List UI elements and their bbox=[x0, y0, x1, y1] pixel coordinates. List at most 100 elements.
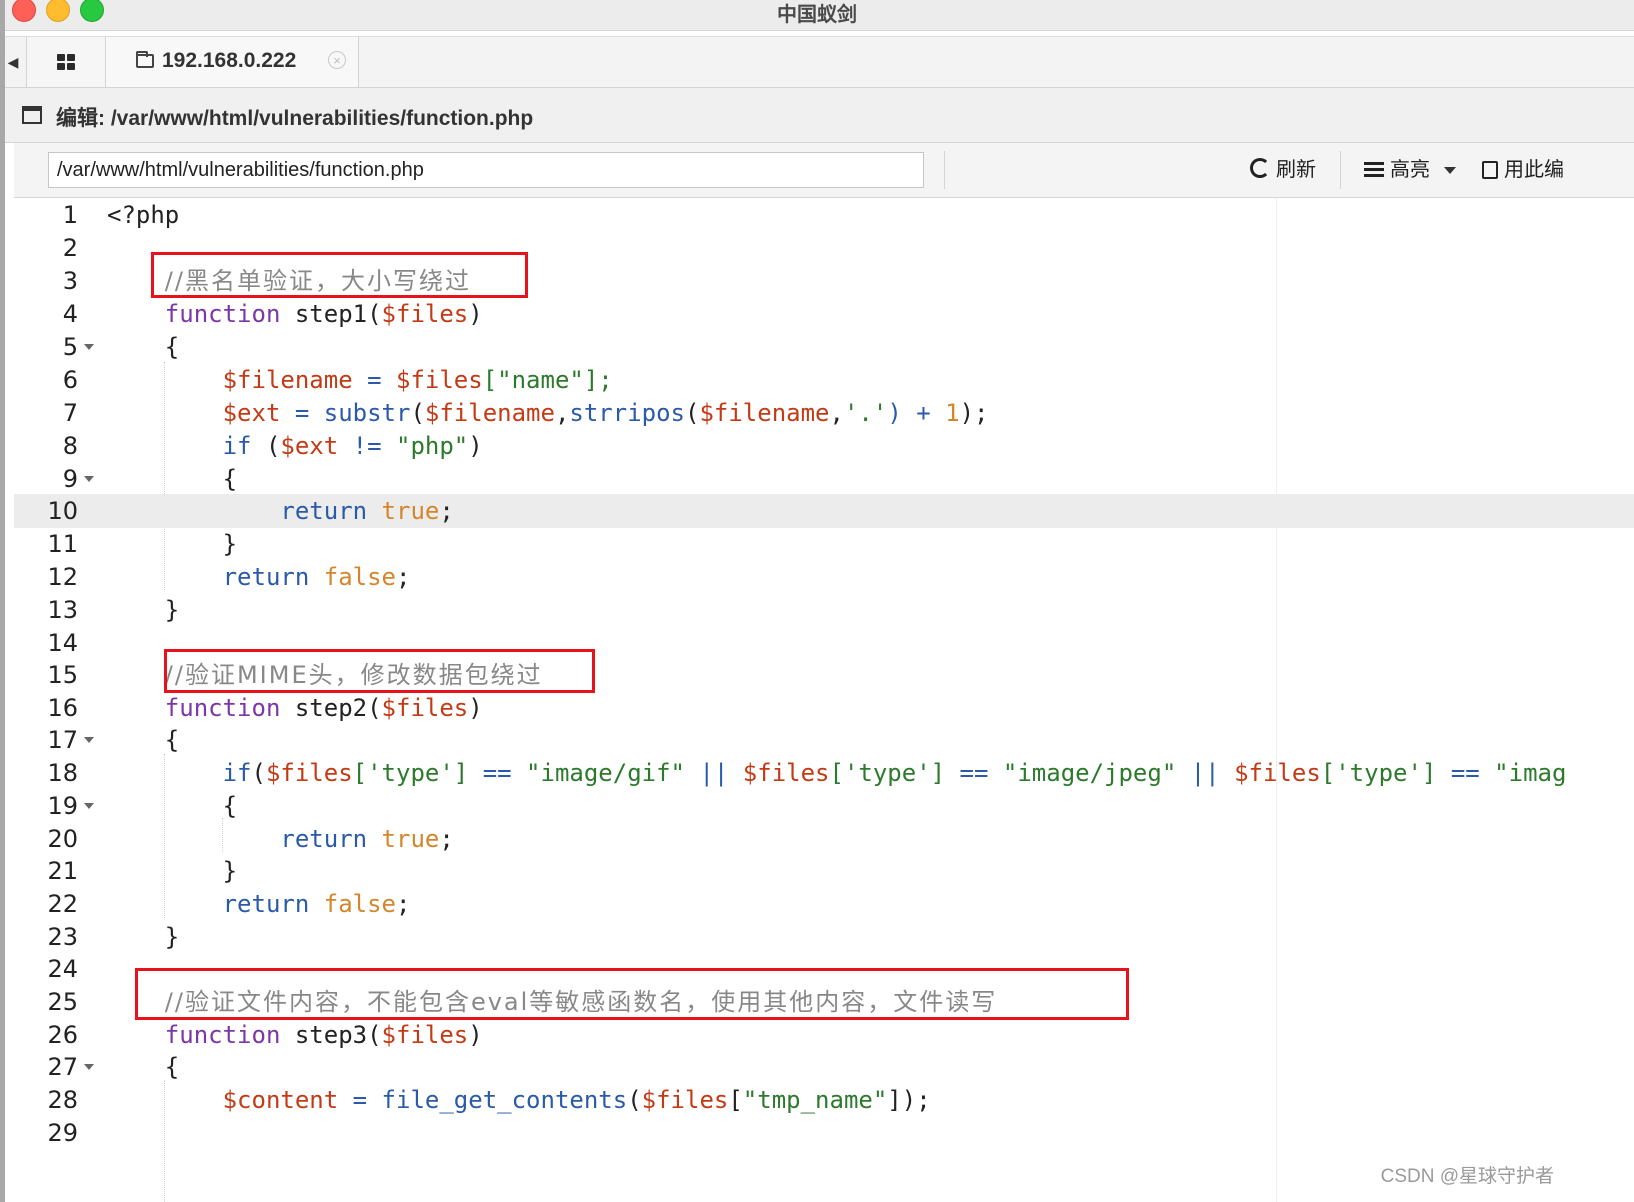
keyword: if bbox=[222, 759, 252, 787]
code-line: 26 function step3($files) bbox=[14, 1018, 1634, 1052]
line-number: 29 bbox=[47, 1119, 78, 1147]
keyword: return bbox=[280, 825, 368, 853]
toolbar-divider bbox=[1340, 151, 1341, 189]
string: ['type'] bbox=[829, 759, 946, 787]
variable: $filename bbox=[222, 366, 353, 394]
refresh-button[interactable]: 刷新 bbox=[1250, 155, 1316, 185]
fold-arrow-icon[interactable] bbox=[84, 803, 94, 809]
operator: = bbox=[280, 399, 324, 427]
code-line: 7 $ext = substr($filename,strripos($file… bbox=[14, 396, 1634, 430]
highlight-dropdown[interactable]: 高亮 bbox=[1364, 155, 1456, 185]
operator: = bbox=[338, 1086, 382, 1114]
tab-host[interactable]: 192.168.0.222 × bbox=[106, 37, 359, 87]
line-number: 6 bbox=[62, 366, 78, 394]
string: ['type'] bbox=[352, 759, 469, 787]
punctuation: ]); bbox=[887, 1086, 931, 1114]
code-line: 12 return false; bbox=[14, 560, 1634, 594]
string: ["name"]; bbox=[482, 366, 613, 394]
variable: $files bbox=[1234, 759, 1321, 787]
code-line: 20 return true; bbox=[14, 822, 1634, 856]
operator: == bbox=[468, 759, 527, 787]
fold-arrow-icon[interactable] bbox=[84, 1064, 94, 1070]
variable: $files bbox=[381, 1021, 469, 1049]
variable: $files bbox=[265, 759, 353, 787]
line-number: 11 bbox=[47, 530, 78, 558]
literal: true bbox=[381, 825, 440, 853]
code-line: 13 } bbox=[14, 593, 1634, 627]
punctuation: ) bbox=[468, 694, 483, 722]
punctuation: { bbox=[164, 1053, 180, 1081]
variable: $ext bbox=[280, 432, 339, 460]
tab-close-icon[interactable]: × bbox=[328, 51, 346, 69]
keyword: function bbox=[164, 300, 281, 328]
line-number: 12 bbox=[47, 563, 78, 591]
operator: = bbox=[352, 366, 396, 394]
folder-icon bbox=[136, 51, 154, 68]
keyword: return bbox=[222, 563, 310, 591]
window-title: 中国蚁剑 bbox=[777, 4, 857, 26]
php-open-tag: <?php bbox=[107, 201, 180, 229]
punctuation: ( bbox=[251, 432, 281, 460]
line-number: 9 bbox=[62, 465, 78, 493]
code-editor[interactable]: 1 <?php 2 3 //黑名单验证，大小写绕过 4 function ste… bbox=[14, 198, 1634, 1202]
keyword: if bbox=[222, 432, 252, 460]
code-line: 4 function step1($files) bbox=[14, 297, 1634, 331]
fold-arrow-icon[interactable] bbox=[84, 344, 94, 350]
tab-home[interactable] bbox=[27, 37, 106, 87]
tab-host-label: 192.168.0.222 bbox=[162, 49, 297, 72]
function-name: step1( bbox=[294, 300, 382, 328]
builtin-function: strripos bbox=[569, 399, 685, 427]
code-line: 8 if ($ext != "php") bbox=[14, 429, 1634, 463]
fold-arrow-icon[interactable] bbox=[84, 737, 94, 743]
line-number: 1 bbox=[62, 201, 78, 229]
code-text: } bbox=[107, 527, 237, 561]
code-line: 23 } bbox=[14, 920, 1634, 954]
code-text: { bbox=[107, 723, 179, 757]
code-text: return true; bbox=[107, 494, 454, 528]
line-number: 3 bbox=[62, 267, 78, 295]
fold-arrow-icon[interactable] bbox=[84, 476, 94, 482]
line-number: 25 bbox=[47, 988, 78, 1016]
code-line: 16 function step2($files) bbox=[14, 691, 1634, 725]
annotation-box bbox=[135, 968, 1129, 1020]
grid-icon bbox=[57, 54, 75, 70]
literal: false bbox=[323, 563, 396, 591]
variable: $files bbox=[641, 1086, 729, 1114]
refresh-label: 刷新 bbox=[1276, 159, 1316, 181]
line-number: 24 bbox=[47, 955, 78, 983]
operator: != bbox=[338, 432, 396, 460]
code-text: $ext = substr($filename,strripos($filena… bbox=[222, 399, 989, 427]
annotation-box bbox=[151, 252, 528, 298]
toolbar-divider bbox=[944, 151, 945, 189]
punctuation: { bbox=[222, 465, 238, 493]
literal: true bbox=[381, 497, 440, 525]
string: '.' bbox=[843, 399, 888, 427]
line-number: 7 bbox=[62, 399, 78, 427]
highlight-label: 高亮 bbox=[1390, 159, 1430, 181]
annotation-box bbox=[164, 649, 595, 693]
line-number: 20 bbox=[47, 825, 78, 853]
punctuation: ; bbox=[396, 890, 411, 918]
keyword: function bbox=[164, 694, 281, 722]
line-number: 10 bbox=[47, 497, 78, 525]
punctuation: } bbox=[164, 596, 180, 624]
punctuation: ; bbox=[439, 497, 454, 525]
string: "php" bbox=[396, 432, 469, 460]
line-number: 8 bbox=[62, 432, 78, 460]
code-line: 18 if($files['type'] == "image/gif" || $… bbox=[14, 756, 1634, 790]
line-number: 17 bbox=[47, 726, 78, 754]
operator: || bbox=[685, 759, 743, 787]
line-number: 22 bbox=[47, 890, 78, 918]
operator: == bbox=[1436, 759, 1495, 787]
code-line: 21 } bbox=[14, 854, 1634, 888]
editor-title: 编辑: /var/www/html/vulnerabilities/functi… bbox=[56, 107, 534, 130]
punctuation: } bbox=[164, 923, 180, 951]
code-text: return false; bbox=[107, 887, 411, 921]
variable: $files bbox=[396, 366, 483, 394]
open-with-button[interactable]: 用此编 bbox=[1482, 155, 1564, 185]
file-path-input[interactable] bbox=[48, 152, 924, 188]
line-number: 2 bbox=[62, 234, 78, 262]
string: "imag bbox=[1494, 759, 1567, 787]
code-text: function step2($files) bbox=[107, 691, 483, 725]
chevron-down-icon bbox=[1444, 167, 1456, 174]
